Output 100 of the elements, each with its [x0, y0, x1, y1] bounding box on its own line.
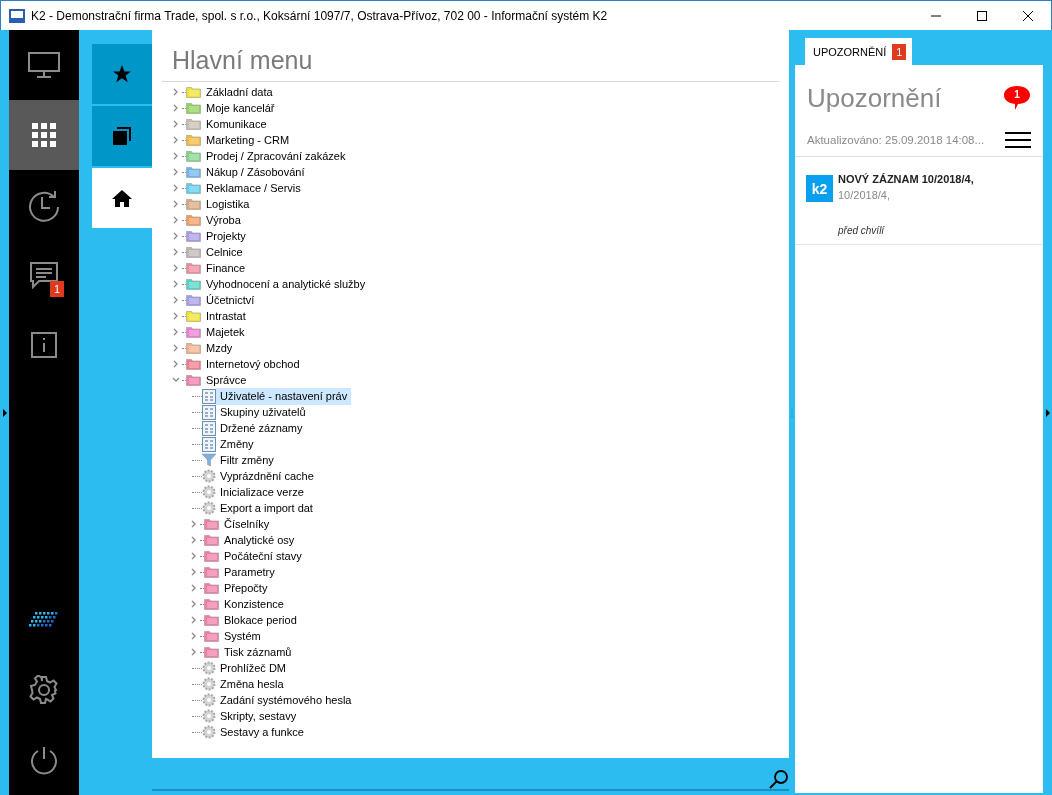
window-title: K2 - Demonstrační firma Trade, spol. s r.o., Koksární 1097/7, Ostrava-Přívoz, 702 00 - Informační systém K2	[31, 8, 609, 23]
tree-item[interactable]: Systém	[220, 627, 265, 645]
gear-icon	[202, 693, 216, 707]
tree-item[interactable]: Celnice	[202, 243, 247, 261]
notifications-tab[interactable]: UPOZORNĚNÍ 1	[805, 38, 913, 65]
expand-icon[interactable]	[172, 152, 180, 160]
tree-item[interactable]: Mzdy	[202, 339, 237, 357]
tree-item[interactable]: Prodej / Zpracování zakázek	[202, 147, 350, 165]
filter-icon	[202, 453, 216, 467]
updated-text: Aktualizováno: 25.09.2018 14:08...	[807, 134, 985, 146]
tree-item[interactable]: Internetový obchod	[202, 355, 304, 373]
expand-icon[interactable]	[172, 168, 180, 176]
tree-item[interactable]: Uživatelé - nastavení práv	[216, 387, 352, 405]
tree-item[interactable]: Tisk záznamů	[220, 643, 296, 661]
gear-icon	[202, 485, 216, 499]
panel-title: Upozornění	[807, 83, 942, 114]
tab[interactable]	[92, 106, 152, 166]
expand-icon[interactable]	[172, 88, 180, 96]
expand-icon[interactable]	[172, 104, 180, 112]
sidebar-button[interactable]	[9, 100, 79, 170]
tree-item[interactable]: Intrastat	[202, 307, 250, 325]
notification-subtitle: 10/2018/4,	[838, 189, 891, 201]
expand-icon[interactable]	[172, 296, 180, 304]
expand-left-icon[interactable]	[2, 408, 7, 417]
gear-icon	[202, 469, 216, 483]
expand-right-icon[interactable]	[1045, 408, 1050, 417]
tree-item[interactable]: Finance	[202, 259, 250, 277]
tab[interactable]	[92, 168, 152, 228]
expand-icon[interactable]	[172, 264, 180, 272]
tree-item[interactable]: Zadání systémového hesla	[216, 691, 356, 709]
tree-item[interactable]: Výroba	[202, 211, 245, 229]
logo: k2	[806, 175, 833, 202]
gear-icon	[202, 725, 216, 739]
collapse-icon[interactable]	[172, 376, 180, 384]
tree-item[interactable]: Prohlížeč DM	[216, 659, 291, 677]
expand-icon[interactable]	[172, 248, 180, 256]
tree-item[interactable]: Inicializace verze	[216, 483, 308, 501]
tree-item[interactable]: Vyprázdnění cache	[216, 467, 318, 485]
tree-item[interactable]: Marketing - CRM	[202, 131, 294, 149]
power-icon	[29, 745, 59, 775]
tree-item[interactable]: Reklamace / Servis	[202, 179, 305, 197]
app-icon	[9, 7, 25, 24]
expand-icon[interactable]	[172, 312, 180, 320]
folder-icon	[204, 582, 220, 594]
tree-item[interactable]: Přepočty	[220, 579, 272, 597]
tree-item[interactable]: Konzistence	[220, 595, 288, 613]
table-icon	[202, 436, 216, 452]
tree-item[interactable]: Moje kancelář	[202, 99, 279, 117]
search-icon[interactable]	[769, 769, 789, 789]
tree-item[interactable]: Nákup / Zásobování	[202, 163, 309, 181]
tree-item[interactable]: Základní data	[202, 83, 277, 101]
expand-icon[interactable]	[172, 344, 180, 352]
folder-icon	[204, 646, 220, 658]
tree-item[interactable]: Blokace period	[220, 611, 301, 629]
tree-item[interactable]: Správce	[202, 371, 251, 389]
tree-item[interactable]: Držené záznamy	[216, 419, 307, 437]
tree-item[interactable]: Číselníky	[220, 515, 274, 533]
tree-item[interactable]: Změny	[216, 435, 258, 453]
expand-icon[interactable]	[172, 360, 180, 368]
expand-icon[interactable]	[172, 216, 180, 224]
tree-item[interactable]: Sestavy a funkce	[216, 723, 308, 741]
gear-icon	[202, 501, 216, 515]
tree-item[interactable]: Analytické osy	[220, 531, 299, 549]
tree-item[interactable]: Skripty, sestavy	[216, 707, 301, 725]
tree-item[interactable]: Komunikace	[202, 115, 271, 133]
folder-icon	[204, 598, 220, 610]
folder-icon	[204, 518, 220, 530]
tree-item[interactable]: Účetnictví	[202, 291, 259, 309]
tree-item[interactable]: Změna hesla	[216, 675, 288, 693]
folder-icon	[204, 630, 220, 642]
expand-icon[interactable]	[172, 280, 180, 288]
expand-icon[interactable]	[172, 328, 180, 336]
tree-item[interactable]: Vyhodnocení a analytické služby	[202, 275, 370, 293]
tree-item[interactable]: Logistika	[202, 195, 254, 213]
grid-icon	[32, 123, 56, 147]
tab[interactable]	[92, 44, 152, 104]
expand-icon[interactable]	[172, 232, 180, 240]
expand-icon[interactable]	[172, 120, 180, 128]
badge: 1	[892, 43, 907, 60]
tree-item[interactable]: Parametry	[220, 563, 279, 581]
info-icon	[31, 332, 57, 358]
expand-icon[interactable]	[172, 184, 180, 192]
folder-icon	[204, 550, 220, 562]
gear-icon	[202, 661, 216, 675]
menu-button[interactable]	[1005, 132, 1031, 148]
tree-item[interactable]: Počáteční stavy	[220, 547, 306, 565]
folder-icon	[204, 534, 220, 546]
search-field[interactable]	[152, 769, 789, 791]
tree-item[interactable]: Filtr změny	[216, 451, 278, 469]
close-icon	[1023, 10, 1033, 21]
tree-item[interactable]: Projekty	[202, 227, 250, 245]
tree-item[interactable]: Majetek	[202, 323, 249, 341]
logo-icon	[29, 610, 59, 630]
star-icon	[112, 64, 132, 84]
notification-time: před chvílí	[838, 225, 886, 236]
tree-item[interactable]: Export a import dat	[216, 499, 317, 517]
expand-icon[interactable]	[172, 136, 180, 144]
expand-icon[interactable]	[172, 200, 180, 208]
tree-item[interactable]: Skupiny uživatelů	[216, 403, 310, 421]
home-icon	[112, 189, 132, 207]
